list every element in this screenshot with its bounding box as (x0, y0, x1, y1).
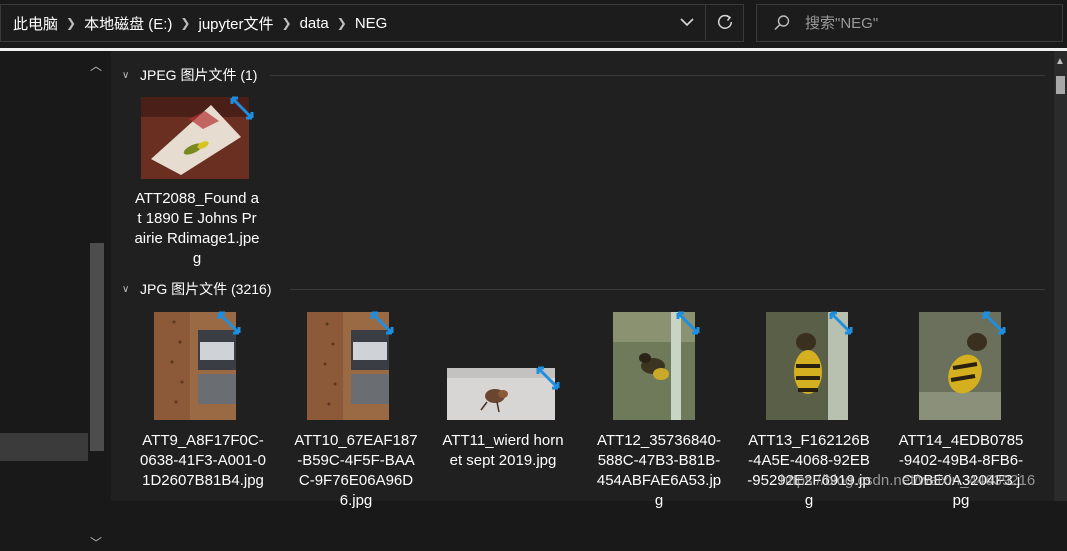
breadcrumb-jupyter[interactable]: jupyter文件 (198, 13, 273, 34)
file-item[interactable]: ATT11_wierd hornet sept 2019.jpg (440, 312, 566, 469)
file-name: ATT10_67EAF187-B59C-4F5F-BAAC-9F76E06A96… (294, 432, 418, 509)
vertical-scrollbar[interactable] (1054, 51, 1067, 501)
file-name: ATT2088_Found at 1890 E Johns Prairie Rd… (134, 190, 260, 267)
scroll-down-icon[interactable]: ﹀ (90, 534, 102, 551)
group-label: JPEG 图片文件 (1) (140, 67, 258, 83)
file-item[interactable]: ATT10_67EAF187-B59C-4F5F-BAAC-9F76E06A96… (293, 311, 419, 509)
sync-icon (370, 311, 394, 335)
group-header-jpg[interactable]: ∨ JPG 图片文件 (3216) (122, 278, 271, 300)
group-divider (270, 75, 1045, 76)
nav-selected-item[interactable] (0, 433, 88, 461)
chevron-down-icon (680, 18, 694, 27)
file-name: ATT13_F162126B-4A5E-4068-92EB-95292E2F69… (747, 432, 871, 509)
chevron-right-icon[interactable]: ❯ (66, 16, 76, 30)
refresh-button[interactable] (705, 4, 743, 40)
address-dropdown-button[interactable] (672, 4, 702, 40)
sync-icon (982, 311, 1006, 335)
sync-icon (829, 311, 853, 335)
group-divider (290, 289, 1045, 290)
address-bar: 此电脑 ❯ 本地磁盘 (E:) ❯ jupyter文件 ❯ data ❯ NEG (0, 0, 1067, 48)
file-name: ATT11_wierd hornet sept 2019.jpg (442, 432, 564, 469)
search-box[interactable] (756, 4, 1063, 42)
file-item[interactable]: ATT2088_Found at 1890 E Johns Prairie Rd… (134, 96, 260, 267)
group-label: JPG 图片文件 (3216) (140, 281, 272, 297)
file-name: ATT9_A8F17F0C-0638-41F3-A001-01D2607B81B… (140, 432, 266, 489)
chevron-down-icon[interactable]: ∨ (122, 284, 140, 295)
chevron-down-icon[interactable]: ∨ (122, 70, 140, 81)
breadcrumb[interactable]: 此电脑 ❯ 本地磁盘 (E:) ❯ jupyter文件 ❯ data ❯ NEG (0, 4, 744, 42)
file-name: ATT12_35736840-588C-47B3-B81B-454ABFAE6A… (596, 432, 722, 509)
search-input[interactable] (805, 14, 1045, 32)
chevron-right-icon[interactable]: ❯ (282, 16, 292, 30)
sync-icon (230, 96, 254, 120)
breadcrumb-drive-e[interactable]: 本地磁盘 (E:) (84, 13, 172, 34)
sync-icon (676, 311, 700, 335)
watermark: https://blog.csdn.net/weixin_44639216 (780, 472, 1036, 489)
scroll-up-icon[interactable]: ▲ (1055, 56, 1065, 67)
breadcrumb-neg[interactable]: NEG (355, 15, 388, 32)
file-item[interactable]: ATT13_F162126B-4A5E-4068-92EB-95292E2F69… (746, 311, 872, 509)
file-name: ATT14_4EDB0785-9402-49B4-8FB6-CDBE0A3204… (898, 432, 1024, 509)
file-item[interactable]: ATT12_35736840-588C-47B3-B81B-454ABFAE6A… (596, 311, 722, 509)
file-item[interactable]: ATT14_4EDB0785-9402-49B4-8FB6-CDBE0A3204… (898, 311, 1024, 509)
sync-icon (536, 366, 560, 390)
search-icon (774, 15, 790, 31)
scrollbar-thumb[interactable] (1056, 76, 1065, 94)
scroll-up-icon[interactable]: ︿ (90, 57, 102, 74)
nav-scrollbar-thumb[interactable] (90, 243, 104, 451)
breadcrumb-this-pc[interactable]: 此电脑 (13, 13, 58, 34)
refresh-icon (717, 14, 732, 29)
sync-icon (217, 311, 241, 335)
group-header-jpeg[interactable]: ∨ JPEG 图片文件 (1) (122, 64, 257, 86)
navigation-pane[interactable]: ︿ ﹀ (0, 51, 111, 550)
file-item[interactable]: ATT9_A8F17F0C-0638-41F3-A001-01D2607B81B… (140, 311, 266, 489)
chevron-right-icon[interactable]: ❯ (337, 16, 347, 30)
breadcrumb-data[interactable]: data (300, 15, 329, 32)
chevron-right-icon[interactable]: ❯ (180, 16, 190, 30)
